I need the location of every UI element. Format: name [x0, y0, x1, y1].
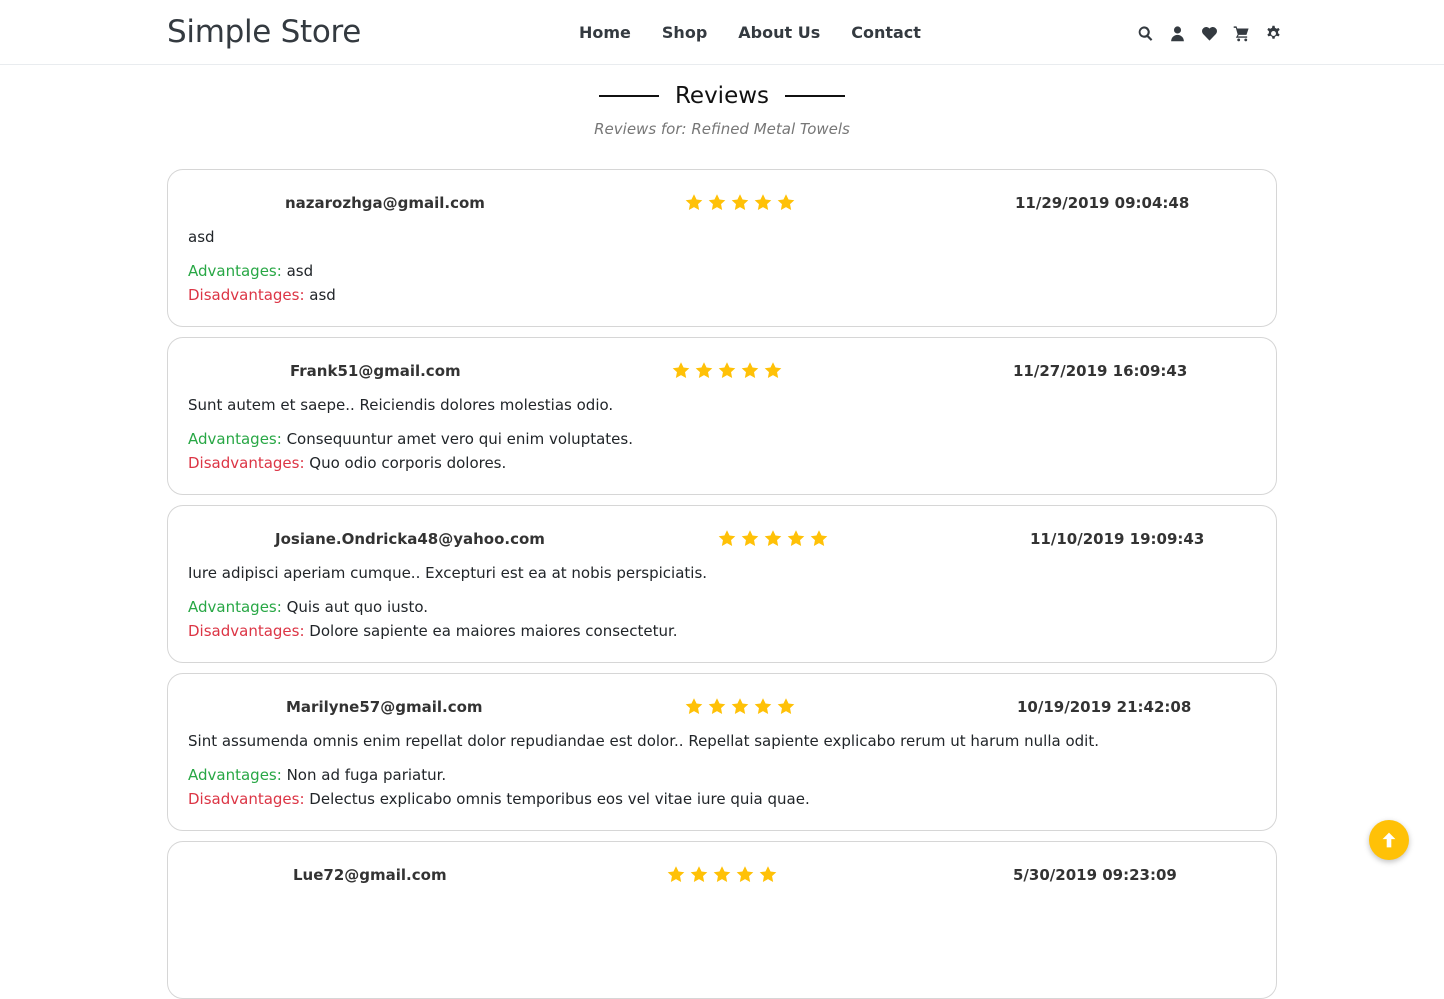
advantages-value: Consequuntur amet vero qui enim voluptat… — [286, 430, 633, 448]
star-icon — [730, 697, 750, 716]
review-disadvantages: Disadvantages: Delectus explicabo omnis … — [188, 790, 810, 808]
review-date: 11/27/2019 16:09:43 — [1013, 362, 1188, 380]
star-icon — [707, 697, 727, 716]
review-email: nazarozhga@gmail.com — [285, 194, 485, 212]
user-icon[interactable] — [1168, 24, 1186, 42]
page-subtitle: Reviews for: Refined Metal Towels — [594, 120, 850, 138]
star-icon — [809, 529, 829, 548]
review-text: Sint assumenda omnis enim repellat dolor… — [188, 732, 1099, 750]
nav-home[interactable]: Home — [566, 22, 649, 44]
review-email: Frank51@gmail.com — [290, 362, 461, 380]
star-icon — [730, 193, 750, 212]
brand-logo[interactable]: Simple Store — [167, 14, 361, 50]
advantages-label: Advantages: — [188, 766, 282, 784]
review-email: Marilyne57@gmail.com — [286, 698, 483, 716]
page-title: Reviews — [674, 83, 770, 109]
review-disadvantages: Disadvantages: Dolore sapiente ea maiore… — [188, 622, 678, 640]
review-card: nazarozhga@gmail.com 11/29/2019 09:04:48… — [167, 169, 1277, 327]
heading-line-right — [785, 95, 846, 97]
nav-about-us[interactable]: About Us — [725, 22, 838, 44]
star-icon — [758, 865, 778, 884]
advantages-label: Advantages: — [188, 598, 282, 616]
disadvantages-label: Disadvantages: — [188, 790, 305, 808]
review-card: Frank51@gmail.com 11/27/2019 16:09:43 Su… — [167, 337, 1277, 495]
disadvantages-value: Delectus explicabo omnis temporibus eos … — [309, 790, 810, 808]
advantages-label: Advantages: — [188, 262, 282, 280]
star-icon — [666, 865, 686, 884]
review-disadvantages: Disadvantages: Quo odio corporis dolores… — [188, 454, 506, 472]
review-advantages: Advantages: Consequuntur amet vero qui e… — [188, 430, 633, 448]
rating-stars — [717, 529, 829, 548]
advantages-value: asd — [286, 262, 314, 280]
star-icon — [684, 193, 704, 212]
page-heading: Reviews — [0, 82, 1444, 109]
star-icon — [740, 529, 760, 548]
review-card: Marilyne57@gmail.com 10/19/2019 21:42:08… — [167, 673, 1277, 831]
review-email: Josiane.Ondricka48@yahoo.com — [275, 530, 545, 548]
review-card: Josiane.Ondricka48@yahoo.com 11/10/2019 … — [167, 505, 1277, 663]
review-text: Iure adipisci aperiam cumque.. Excepturi… — [188, 564, 708, 582]
navbar: Simple Store Home Shop About Us Contact — [0, 0, 1444, 65]
nav-icons — [1136, 24, 1282, 42]
search-icon[interactable] — [1136, 24, 1154, 42]
disadvantages-label: Disadvantages: — [188, 454, 305, 472]
star-icon — [776, 193, 796, 212]
star-icon — [712, 865, 732, 884]
nav-contact[interactable]: Contact — [838, 22, 939, 44]
review-date: 5/30/2019 09:23:09 — [1013, 866, 1177, 884]
advantages-value: Non ad fuga pariatur. — [286, 766, 447, 784]
rating-stars — [684, 193, 796, 212]
star-icon — [763, 361, 783, 380]
advantages-label: Advantages: — [188, 430, 282, 448]
review-advantages: Advantages: Quis aut quo iusto. — [188, 598, 428, 616]
review-text: asd — [188, 228, 215, 246]
review-card: Lue72@gmail.com 5/30/2019 09:23:09 — [167, 841, 1277, 999]
review-date: 11/29/2019 09:04:48 — [1015, 194, 1190, 212]
review-text: Sunt autem et saepe.. Reiciendis dolores… — [188, 396, 614, 414]
disadvantages-value: Quo odio corporis dolores. — [309, 454, 507, 472]
rating-stars — [684, 697, 796, 716]
nav-shop[interactable]: Shop — [649, 22, 725, 44]
star-icon — [735, 865, 755, 884]
scroll-to-top-button[interactable] — [1369, 820, 1409, 860]
disadvantages-label: Disadvantages: — [188, 622, 305, 640]
review-date: 11/10/2019 19:09:43 — [1030, 530, 1205, 548]
review-advantages: Advantages: asd — [188, 262, 313, 280]
star-icon — [763, 529, 783, 548]
heading-line-left — [598, 95, 659, 97]
rating-stars — [671, 361, 783, 380]
star-icon — [717, 361, 737, 380]
cart-icon[interactable] — [1232, 24, 1250, 42]
review-disadvantages: Disadvantages: asd — [188, 286, 336, 304]
star-icon — [776, 697, 796, 716]
rating-stars — [666, 865, 778, 884]
star-icon — [694, 361, 714, 380]
review-date: 10/19/2019 21:42:08 — [1017, 698, 1192, 716]
star-icon — [671, 361, 691, 380]
advantages-value: Quis aut quo iusto. — [286, 598, 429, 616]
star-icon — [753, 193, 773, 212]
disadvantages-label: Disadvantages: — [188, 286, 305, 304]
star-icon — [717, 529, 737, 548]
heart-icon[interactable] — [1200, 24, 1218, 42]
review-email: Lue72@gmail.com — [293, 866, 447, 884]
disadvantages-value: asd — [309, 286, 336, 304]
star-icon — [689, 865, 709, 884]
disadvantages-value: Dolore sapiente ea maiores maiores conse… — [309, 622, 678, 640]
star-icon — [707, 193, 727, 212]
star-icon — [740, 361, 760, 380]
main-nav: Home Shop About Us Contact — [566, 22, 939, 44]
star-icon — [684, 697, 704, 716]
review-advantages: Advantages: Non ad fuga pariatur. — [188, 766, 446, 784]
gear-icon[interactable] — [1264, 24, 1282, 42]
arrow-up-icon — [1382, 832, 1396, 848]
star-icon — [753, 697, 773, 716]
star-icon — [786, 529, 806, 548]
